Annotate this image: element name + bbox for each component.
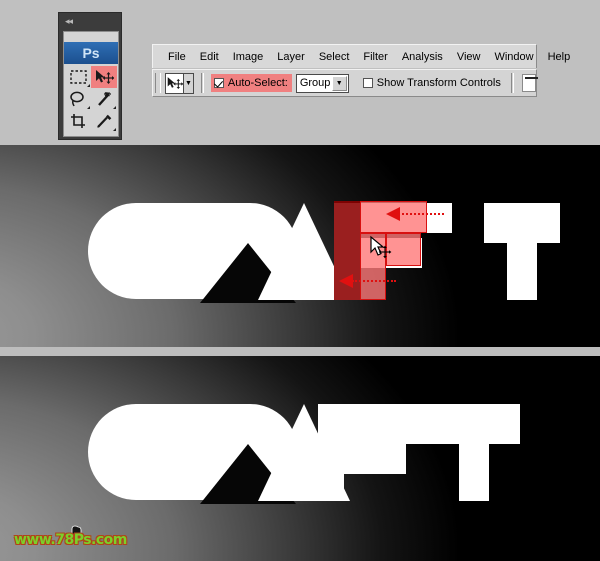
tool-options-bar: ▼ Auto-Select: Group ▼ Show Transform Co… [152,69,539,97]
auto-select-label: Auto-Select: [227,77,288,89]
menu-item-filter[interactable]: Filter [356,49,394,65]
lasso-icon [70,91,84,107]
move-tool-cursor [370,235,392,259]
move-tool-icon [96,69,114,84]
menu-item-layer[interactable]: Layer [270,49,312,65]
options-separator [201,73,204,93]
letter-f-mid-bar [318,444,406,474]
arrow-move-left-upper-tail [398,213,444,215]
eyedropper-icon [97,114,112,128]
menu-item-image[interactable]: Image [226,49,271,65]
chevron-down-icon: ▼ [185,79,192,87]
tool-more-corner-icon [87,106,90,109]
menu-bar: File Edit Image Layer Select Filter Anal… [152,44,570,68]
auto-select-checkbox[interactable] [213,78,224,88]
tool-more-corner-icon [113,106,116,109]
collapse-panel-icon[interactable]: ◂◂ [65,16,73,26]
menu-item-window[interactable]: Window [487,49,540,65]
menu-item-select[interactable]: Select [312,49,357,65]
letter-t-stem [459,404,489,501]
show-transform-controls-group: Show Transform Controls [362,77,501,89]
current-tool-preset-button[interactable] [164,72,184,94]
photoshop-logo: Ps [64,42,118,64]
tool-magic-wand[interactable] [91,88,117,110]
artwork-craft-after [0,356,600,561]
auto-select-group: Auto-Select: [210,74,292,92]
panel-separator-band [0,347,600,356]
tool-move[interactable] [91,66,117,88]
arrow-move-left-lower-head [339,274,353,288]
menu-item-file[interactable]: File [161,49,193,65]
tool-crop[interactable] [65,110,91,132]
rectangular-marquee-icon [69,70,87,84]
tool-eyedropper[interactable] [91,110,117,132]
after-state-canvas[interactable] [0,356,600,561]
magic-wand-icon [98,91,111,106]
align-top-edges-button[interactable] [521,74,539,92]
arrow-move-left-upper-head [386,207,400,221]
menu-item-view[interactable]: View [450,49,488,65]
auto-select-target-dropdown[interactable]: Group ▼ [295,73,349,93]
tool-rectangular-marquee[interactable] [65,66,91,88]
tool-more-corner-icon [113,128,116,131]
tools-panel-body: Ps [63,31,119,137]
site-watermark: www.78Ps.com [14,532,127,548]
auto-select-target-value: Group [299,77,331,89]
arrow-move-left-lower-tail [352,280,396,282]
tools-grid [65,66,117,132]
menu-item-analysis[interactable]: Analysis [395,49,450,65]
letter-t-stem [507,203,537,300]
tool-lasso[interactable] [65,88,91,110]
photoshop-chrome-area: ◂◂ Ps File Edit Image Layer Select Filte… [0,0,600,145]
show-transform-controls-checkbox[interactable] [362,78,373,88]
artwork-craft-before [0,145,600,347]
show-transform-controls-label: Show Transform Controls [376,77,501,89]
menu-item-edit[interactable]: Edit [193,49,226,65]
options-separator [510,73,514,93]
before-state-canvas[interactable] [0,145,600,347]
options-bar-grip[interactable] [155,73,161,93]
tool-more-corner-icon [87,84,90,87]
crop-icon [70,113,85,128]
move-tool-icon [167,76,183,89]
tool-preset-dropdown-button[interactable]: ▼ [183,72,195,94]
tools-panel-header[interactable]: ◂◂ [59,13,121,31]
menu-item-help[interactable]: Help [541,49,578,65]
letter-f-top-bar [318,404,434,444]
chevron-down-icon[interactable]: ▼ [331,75,347,91]
tools-panel: ◂◂ Ps [58,12,122,140]
